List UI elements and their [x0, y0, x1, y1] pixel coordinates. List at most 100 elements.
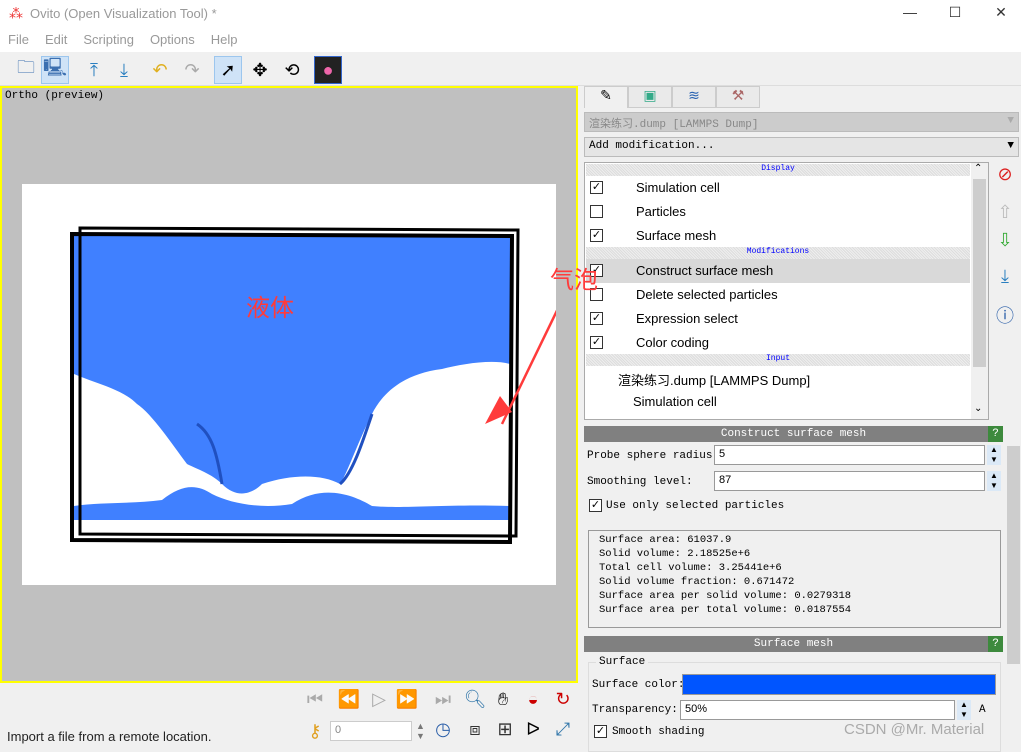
minimize-button[interactable]: — [895, 4, 925, 24]
enable-checkbox[interactable] [590, 205, 603, 218]
item-label: Color coding [636, 335, 709, 350]
probe-radius-input[interactable]: 5 [714, 445, 985, 465]
pipeline-scrollbar[interactable]: ⌃ ⌄ [971, 163, 988, 419]
surface-statistics: Surface area: 61037.9 Solid volume: 2.185… [588, 530, 1001, 628]
smoothing-level-spinner[interactable]: ▲ ▼ [987, 471, 1001, 491]
key-icon[interactable]: ⚷ [302, 721, 328, 742]
chevron-down-icon: ▼ [1007, 115, 1014, 127]
maximize-viewport-icon[interactable]: ⤢ [550, 719, 576, 740]
watermark: CSDN @Mr. Material [844, 721, 985, 738]
pipeline-item[interactable]: Delete selected particles [586, 283, 970, 307]
pipeline-item[interactable]: ✓ Construct surface mesh [586, 259, 970, 283]
pipeline-item[interactable]: ✓ Surface mesh [586, 224, 970, 248]
menu-edit[interactable]: Edit [37, 28, 75, 51]
pipeline-source-value: 渲染练习.dump [LAMMPS Dump] [589, 119, 759, 131]
viewport-caption[interactable]: Ortho (preview) [5, 90, 104, 102]
zoom-scene-extents-icon[interactable]: ⧈ [462, 719, 488, 740]
smoothing-level-input[interactable]: 87 [714, 471, 985, 491]
load-remote-icon[interactable]: 🖳 [41, 56, 69, 84]
transparency-spinner[interactable]: ▲ ▼ [957, 700, 971, 720]
animate-transparency-button[interactable]: A [979, 704, 986, 716]
tab-utilities[interactable]: ⚒ [716, 86, 760, 108]
help-icon[interactable]: ⓘ [994, 302, 1016, 326]
step-back-icon[interactable]: ⏪ [336, 689, 362, 710]
construct-surface-mesh-rollout-header: Construct surface mesh? [584, 426, 1003, 442]
panel-scrollbar[interactable] [1006, 430, 1021, 748]
step-forward-icon[interactable]: ⏩ [394, 689, 420, 710]
add-modification-value: Add modification... [589, 140, 715, 152]
smoothing-level-label: Smoothing level: [587, 476, 693, 488]
scrollbar-thumb[interactable] [973, 179, 986, 367]
export-icon[interactable]: ⤓ [110, 56, 138, 84]
maximize-button[interactable]: ☐ [940, 4, 970, 24]
statistic-line: Total cell volume: 3.25441e+6 [599, 562, 782, 574]
item-label: Expression select [636, 311, 738, 326]
scroll-down-icon[interactable]: ⌄ [974, 403, 982, 414]
transparency-input[interactable]: 50% [680, 700, 955, 720]
enable-checkbox[interactable]: ✓ [590, 229, 603, 242]
redo-icon[interactable]: ↷ [178, 56, 206, 84]
undo-icon[interactable]: ↶ [146, 56, 174, 84]
enable-checkbox[interactable]: ✓ [590, 336, 603, 349]
move-down-icon[interactable]: ⇩ [994, 230, 1016, 252]
pipeline-item[interactable]: ✓ Color coding [586, 331, 970, 355]
pipeline-source-dropdown[interactable]: 渲染练习.dump [LAMMPS Dump] ▼ [584, 112, 1019, 132]
frame-spinner[interactable]: 0 [330, 721, 412, 741]
animation-settings-clock-icon[interactable]: ◷ [430, 719, 456, 740]
pipeline-item-input-file[interactable]: 渲染练习.dump [LAMMPS Dump] [586, 366, 970, 390]
pipeline-item-input-cell[interactable]: Simulation cell [586, 390, 970, 414]
orbit-icon[interactable]: ◒ [520, 689, 546, 710]
help-button[interactable]: ? [988, 426, 1003, 442]
scrollbar-thumb[interactable] [1007, 446, 1020, 664]
liquid-annotation: 液体 [246, 295, 294, 322]
tab-modify[interactable]: ✎ [584, 86, 628, 108]
status-bar: ⏮ ⏪ ▷ ⏩ ⏭ 🔍︎ ✋︎ ◒ ↻ Import a file from a… [0, 683, 580, 748]
close-button[interactable]: ✕ [986, 4, 1016, 24]
delete-modifier-icon[interactable]: ⊘ [994, 164, 1016, 186]
viewport-ortho[interactable]: Ortho (preview) 液体 气泡 [0, 86, 598, 683]
add-modification-dropdown[interactable]: Add modification... ▼ [584, 137, 1019, 157]
pipeline-item[interactable]: ✓ Simulation cell [586, 176, 970, 200]
pick-orbit-center-icon[interactable]: ↻ [550, 689, 576, 710]
save-modifier-icon[interactable]: ⤓ [994, 266, 1016, 288]
select-mode-icon[interactable]: ➚ [214, 56, 242, 84]
use-selected-checkbox[interactable]: ✓ [589, 499, 602, 512]
surface-color-picker[interactable] [682, 674, 996, 695]
zoom-all-viewports-icon[interactable]: ⊞ [492, 719, 518, 740]
rollout-title: Surface mesh [753, 638, 834, 650]
zoom-icon[interactable]: 🔍︎ [462, 689, 488, 710]
open-file-icon[interactable]: 🗀 [12, 56, 40, 84]
menu-options[interactable]: Options [142, 28, 203, 51]
import-icon[interactable]: ⤒ [80, 56, 108, 84]
surface-mesh-rollout-header: Surface mesh? [584, 636, 1003, 652]
scroll-up-icon[interactable]: ⌃ [974, 163, 982, 174]
field-of-view-icon[interactable]: ᐅ [520, 719, 546, 740]
surface-mesh-render [70, 226, 567, 545]
help-button[interactable]: ? [988, 636, 1003, 652]
render-icon[interactable]: ● [314, 56, 342, 84]
play-icon[interactable]: ▷ [366, 689, 392, 710]
probe-radius-spinner[interactable]: ▲ ▼ [987, 445, 1001, 465]
hammer-icon: ⚒ [731, 87, 745, 103]
enable-checkbox[interactable]: ✓ [590, 181, 603, 194]
goto-start-icon[interactable]: ⏮ [302, 689, 328, 710]
menu-scripting[interactable]: Scripting [75, 28, 142, 51]
pipeline-editor[interactable]: Display ✓ Simulation cell Particles ✓ Surfac… [584, 162, 989, 420]
pan-hand-icon[interactable]: ✋︎ [490, 689, 516, 710]
frame-spinner-arrows[interactable]: ▲ ▼ [416, 721, 425, 741]
statistic-line: Surface area per solid volume: 0.0279318 [599, 590, 852, 602]
move-up-icon[interactable]: ⇧ [994, 202, 1016, 224]
goto-end-icon[interactable]: ⏭ [430, 689, 456, 710]
menu-help[interactable]: Help [203, 28, 246, 51]
enable-checkbox[interactable]: ✓ [590, 312, 603, 325]
pipeline-item[interactable]: Particles [586, 200, 970, 224]
pipeline-item[interactable]: ✓ Expression select [586, 307, 970, 331]
move-icon[interactable]: ✥ [246, 56, 274, 84]
rotate-icon[interactable]: ⟲ [278, 56, 306, 84]
render-image-icon: ▣ [643, 87, 657, 103]
tab-render[interactable]: ▣ [628, 86, 672, 108]
smooth-shading-checkbox[interactable]: ✓ [594, 725, 607, 738]
tab-overlays[interactable]: ≋ [672, 86, 716, 108]
command-panel: ✎ ▣ ≋ ⚒ 渲染练习.dump [LAMMPS Dump] ▼ Add mod… [582, 86, 1021, 752]
menu-file[interactable]: File [0, 28, 37, 51]
